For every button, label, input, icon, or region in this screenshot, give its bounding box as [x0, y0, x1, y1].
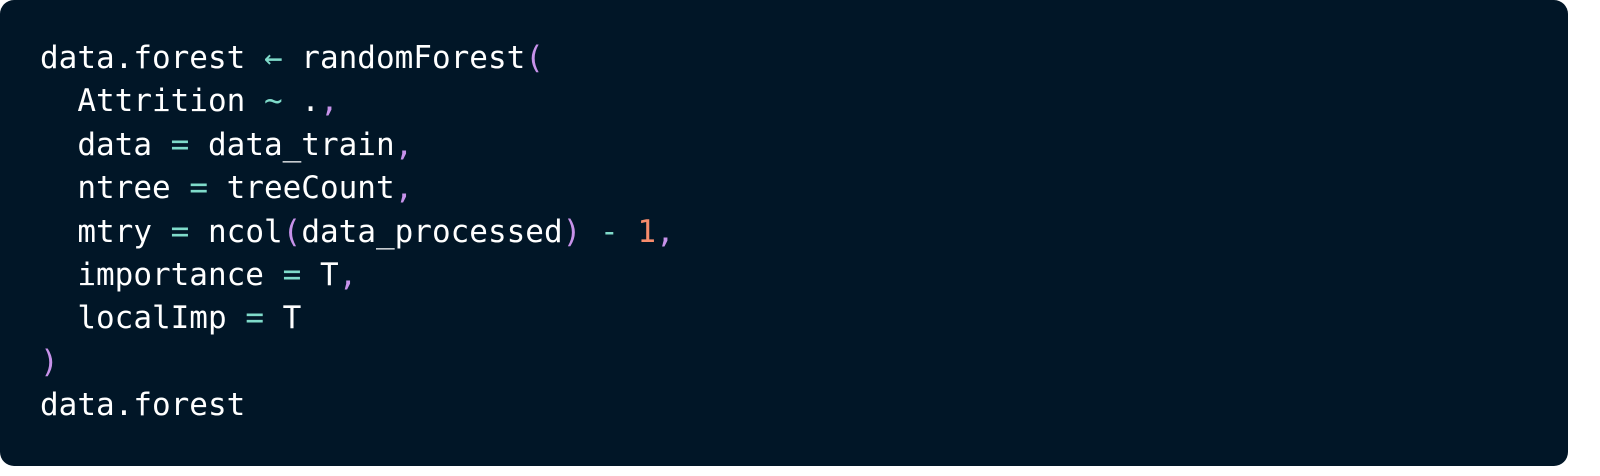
code-line: Attrition ~ ., — [40, 80, 1568, 123]
code-token-number: 1 — [637, 213, 656, 250]
code-token-text: mtry — [40, 213, 171, 250]
code-token-punctuation: , — [319, 83, 339, 120]
code-line: mtry = ncol(data_processed) - 1, — [40, 211, 1568, 254]
code-line: localImp = T — [40, 297, 1568, 340]
code-content: data.forest ← randomForest( Attrition ~ … — [40, 37, 1568, 428]
code-token-text: data — [40, 126, 171, 163]
code-token-text: data.forest — [40, 387, 246, 424]
code-line: ) — [40, 341, 1568, 384]
code-token-punctuation: ( — [525, 40, 544, 76]
code-token-punctuation: ) — [40, 343, 59, 380]
code-token-text: localImp — [40, 300, 246, 337]
code-token-text: importance — [40, 256, 283, 293]
code-token-punctuation: , — [394, 126, 414, 163]
code-token-punctuation: ( — [282, 213, 302, 250]
code-token-operator: = — [245, 300, 264, 337]
code-token-text: . — [282, 83, 320, 120]
code-token-text: T — [263, 300, 302, 337]
code-token-punctuation: , — [655, 213, 675, 250]
code-line: data.forest — [40, 384, 1568, 427]
code-token-text: Attrition — [40, 83, 264, 120]
code-line: importance = T, — [40, 254, 1568, 297]
code-token-operator: = — [189, 170, 208, 207]
code-token-operator: ← — [263, 40, 283, 76]
code-token-operator: ~ — [263, 83, 283, 120]
code-token-text: randomForest — [282, 40, 526, 76]
code-token-text: data_processed — [301, 213, 563, 250]
code-line: data.forest ← randomForest( — [40, 37, 1568, 80]
code-token-text: ncol — [189, 213, 283, 250]
code-token-text: data_train — [189, 126, 395, 163]
code-token-punctuation: , — [338, 256, 358, 293]
code-token-text: ntree — [40, 170, 190, 207]
code-line: data = data_train, — [40, 124, 1568, 167]
code-token-text: T — [301, 256, 339, 293]
code-token-operator: - — [599, 213, 619, 250]
code-block: data.forest ← randomForest( Attrition ~ … — [0, 0, 1568, 466]
code-token-operator: = — [282, 256, 302, 293]
code-token-text: treeCount — [207, 170, 395, 207]
code-line: ntree = treeCount, — [40, 167, 1568, 210]
code-token-text: data.forest — [40, 40, 264, 76]
code-token-punctuation: , — [394, 170, 414, 207]
code-token-operator: = — [170, 213, 190, 250]
code-token-punctuation: ) — [562, 213, 582, 250]
code-token-operator: = — [170, 126, 190, 163]
